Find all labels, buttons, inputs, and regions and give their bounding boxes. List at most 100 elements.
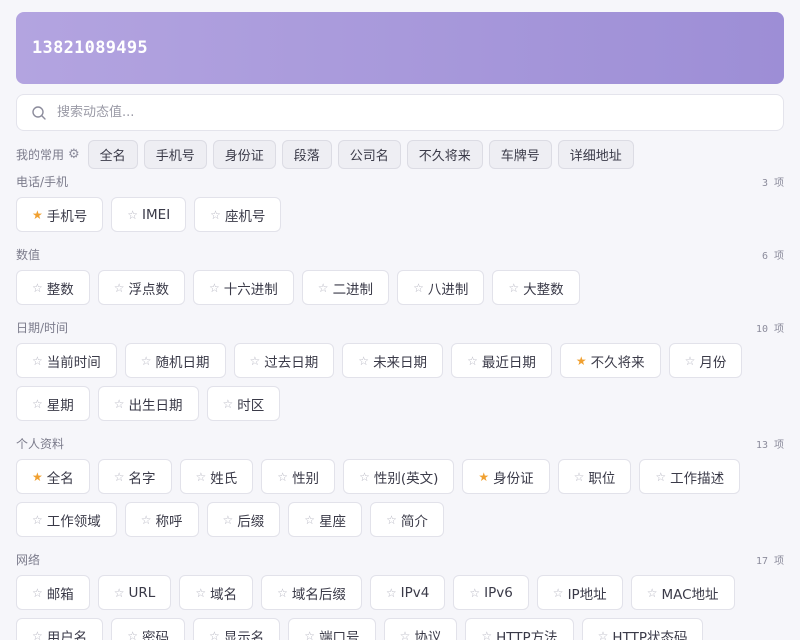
generator-chip[interactable]: ☆ 密码	[111, 618, 186, 640]
generator-chip[interactable]: ☆ 星期	[16, 386, 90, 421]
star-outline-icon[interactable]: ☆	[469, 587, 480, 599]
generator-chip[interactable]: ☆ HTTP方法	[465, 618, 574, 640]
star-filled-icon[interactable]: ★	[478, 471, 489, 483]
generator-chip[interactable]: ★ 手机号	[16, 197, 104, 232]
generator-chip[interactable]: ☆ 月份	[668, 343, 743, 378]
generator-chip[interactable]: ☆ 十六进制	[193, 270, 294, 305]
generator-chip[interactable]: ☆ 整数	[16, 270, 90, 305]
generator-chip[interactable]: ☆ 星座	[288, 502, 363, 537]
generator-chip[interactable]: ☆ 域名后缀	[261, 575, 362, 610]
star-outline-icon[interactable]: ☆	[304, 514, 315, 526]
generator-chip[interactable]: ☆ IP地址	[536, 575, 623, 610]
star-outline-icon[interactable]: ☆	[114, 471, 125, 483]
star-outline-icon[interactable]: ☆	[32, 355, 43, 367]
generator-chip[interactable]: ☆ 时区	[206, 386, 281, 421]
result-banner[interactable]: 13821089495	[16, 12, 784, 84]
generator-chip[interactable]: ☆ 浮点数	[97, 270, 186, 305]
generator-chip[interactable]: ☆ IMEI	[111, 197, 187, 232]
generator-chip[interactable]: ☆ 座机号	[194, 197, 282, 232]
generator-chip[interactable]: ☆ 随机日期	[124, 343, 226, 378]
star-outline-icon[interactable]: ☆	[481, 630, 492, 640]
generator-chip[interactable]: ☆ 最近日期	[451, 343, 552, 378]
star-outline-icon[interactable]: ☆	[400, 630, 411, 640]
star-outline-icon[interactable]: ☆	[655, 471, 666, 483]
star-outline-icon[interactable]: ☆	[114, 282, 125, 294]
star-outline-icon[interactable]: ☆	[508, 282, 519, 294]
star-outline-icon[interactable]: ☆	[114, 398, 125, 410]
generator-chip[interactable]: ☆ 姓氏	[179, 459, 254, 494]
generator-chip[interactable]: ★ 身份证	[462, 459, 550, 494]
star-outline-icon[interactable]: ☆	[467, 355, 478, 367]
generator-chip[interactable]: ☆ 过去日期	[233, 343, 335, 378]
star-outline-icon[interactable]: ☆	[574, 471, 585, 483]
star-outline-icon[interactable]: ☆	[647, 587, 658, 599]
star-filled-icon[interactable]: ★	[32, 209, 43, 221]
star-outline-icon[interactable]: ☆	[32, 630, 43, 640]
star-outline-icon[interactable]: ☆	[32, 282, 43, 294]
star-outline-icon[interactable]: ☆	[195, 587, 206, 599]
favorite-chip[interactable]: 公司名	[337, 139, 401, 169]
star-outline-icon[interactable]: ☆	[386, 587, 397, 599]
result-value[interactable]: 13821089495	[32, 38, 148, 58]
star-outline-icon[interactable]: ☆	[32, 514, 43, 526]
star-outline-icon[interactable]: ☆	[127, 630, 138, 640]
star-outline-icon[interactable]: ☆	[277, 471, 288, 483]
generator-chip[interactable]: ☆ IPv4	[369, 575, 446, 610]
generator-chip[interactable]: ☆ 称呼	[124, 502, 199, 537]
generator-chip[interactable]: ☆ 用户名	[16, 618, 104, 640]
star-outline-icon[interactable]: ☆	[277, 587, 288, 599]
star-outline-icon[interactable]: ☆	[304, 630, 315, 640]
generator-chip[interactable]: ☆ 二进制	[301, 270, 390, 305]
generator-chip[interactable]: ☆ 未来日期	[342, 343, 444, 378]
favorite-chip[interactable]: 详细地址	[557, 139, 634, 169]
favorite-chip[interactable]: 全名	[87, 139, 138, 169]
generator-chip[interactable]: ☆ 后缀	[206, 502, 281, 537]
search-input[interactable]	[55, 104, 739, 121]
star-filled-icon[interactable]: ★	[576, 355, 587, 367]
star-filled-icon[interactable]: ★	[32, 471, 43, 483]
search-box[interactable]	[16, 94, 784, 131]
star-outline-icon[interactable]: ☆	[127, 209, 138, 221]
generator-chip[interactable]: ☆ 职位	[557, 459, 632, 494]
generator-chip[interactable]: ☆ 工作描述	[639, 459, 741, 494]
generator-chip[interactable]: ★ 不久将来	[559, 343, 661, 378]
star-outline-icon[interactable]: ☆	[210, 209, 221, 221]
star-outline-icon[interactable]: ☆	[32, 398, 43, 410]
star-outline-icon[interactable]: ☆	[141, 355, 152, 367]
generator-chip[interactable]: ☆ MAC地址	[630, 575, 735, 610]
star-outline-icon[interactable]: ☆	[553, 587, 564, 599]
star-outline-icon[interactable]: ☆	[209, 630, 220, 640]
generator-chip[interactable]: ☆ IPv6	[453, 575, 529, 610]
gear-icon[interactable]: ⚙	[68, 147, 80, 162]
generator-chip[interactable]: ☆ 端口号	[288, 618, 376, 640]
star-outline-icon[interactable]: ☆	[141, 514, 152, 526]
generator-chip[interactable]: ☆ 当前时间	[16, 343, 117, 378]
generator-chip[interactable]: ☆ 名字	[97, 459, 172, 494]
generator-chip[interactable]: ★ 全名	[16, 459, 90, 494]
star-outline-icon[interactable]: ☆	[250, 355, 261, 367]
favorite-chip[interactable]: 段落	[281, 139, 332, 169]
generator-chip[interactable]: ☆ 域名	[179, 575, 254, 610]
star-outline-icon[interactable]: ☆	[685, 355, 696, 367]
star-outline-icon[interactable]: ☆	[358, 355, 369, 367]
favorite-chip[interactable]: 手机号	[143, 139, 207, 169]
generator-chip[interactable]: ☆ 性别(英文)	[343, 459, 455, 494]
star-outline-icon[interactable]: ☆	[318, 282, 329, 294]
generator-chip[interactable]: ☆ 简介	[370, 502, 444, 537]
star-outline-icon[interactable]: ☆	[114, 587, 125, 599]
star-outline-icon[interactable]: ☆	[359, 471, 370, 483]
star-outline-icon[interactable]: ☆	[223, 398, 234, 410]
star-outline-icon[interactable]: ☆	[32, 587, 43, 599]
generator-chip[interactable]: ☆ HTTP状态码	[581, 618, 704, 640]
generator-chip[interactable]: ☆ 大整数	[492, 270, 580, 305]
generator-chip[interactable]: ☆ 出生日期	[97, 386, 199, 421]
generator-chip[interactable]: ☆ 邮箱	[16, 575, 90, 610]
star-outline-icon[interactable]: ☆	[196, 471, 207, 483]
generator-chip[interactable]: ☆ 工作领域	[16, 502, 117, 537]
star-outline-icon[interactable]: ☆	[413, 282, 424, 294]
star-outline-icon[interactable]: ☆	[598, 630, 609, 640]
star-outline-icon[interactable]: ☆	[209, 282, 220, 294]
generator-chip[interactable]: ☆ 协议	[383, 618, 458, 640]
favorite-chip[interactable]: 不久将来	[406, 139, 483, 169]
favorite-chip[interactable]: 车牌号	[488, 139, 552, 169]
